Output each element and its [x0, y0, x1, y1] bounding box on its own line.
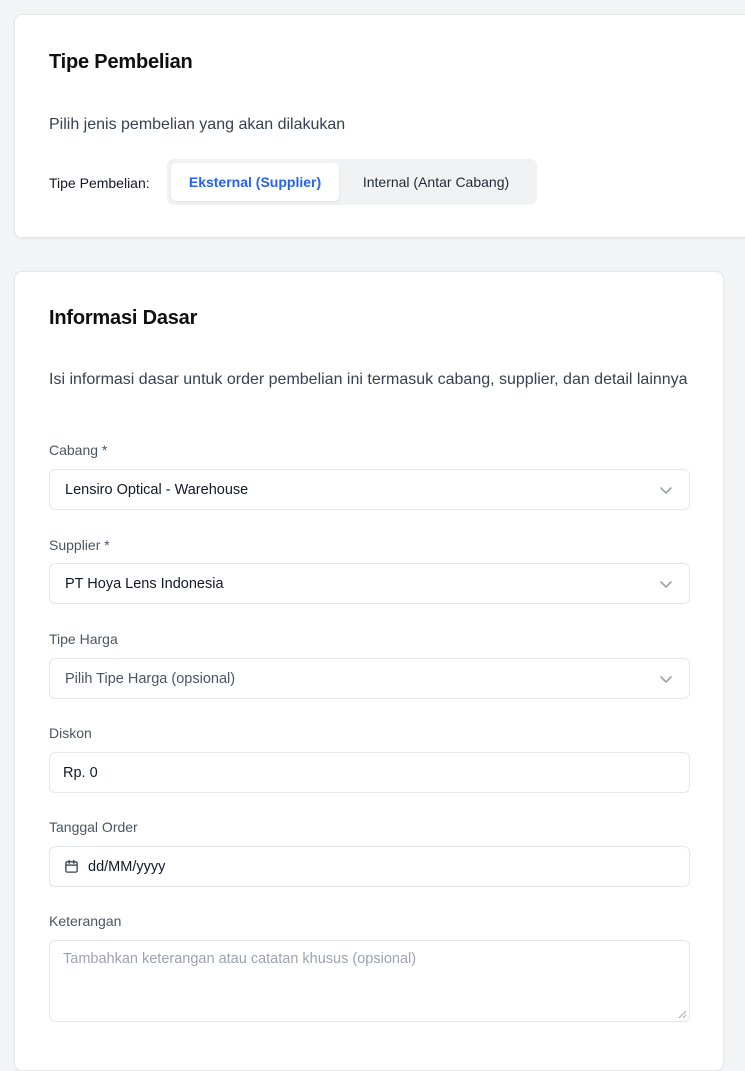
- chevron-down-icon: [660, 487, 672, 494]
- branch-select[interactable]: Lensiro Optical - Warehouse: [49, 469, 690, 510]
- price-type-label: Tipe Harga: [49, 631, 118, 647]
- price-type-select[interactable]: Pilih Tipe Harga (opsional): [49, 658, 690, 699]
- basic-info-title: Informasi Dasar: [49, 307, 198, 329]
- notes-textarea[interactable]: Tambahkan keterangan atau catatan khusus…: [49, 940, 690, 1022]
- supplier-select-value: PT Hoya Lens Indonesia: [65, 575, 224, 592]
- chevron-down-icon: [660, 676, 672, 683]
- purchase-type-segmented-control: Eksternal (Supplier) Internal (Antar Cab…: [167, 159, 537, 205]
- order-date-input[interactable]: dd/MM/yyyy: [49, 846, 690, 887]
- calendar-icon: [65, 859, 78, 873]
- branch-select-value: Lensiro Optical - Warehouse: [65, 481, 249, 498]
- tab-external-supplier[interactable]: Eksternal (Supplier): [171, 163, 339, 201]
- basic-info-card: Informasi Dasar Isi informasi dasar untu…: [14, 271, 724, 1071]
- discount-input-value: Rp. 0: [63, 764, 98, 781]
- tab-internal-branch[interactable]: Internal (Antar Cabang): [339, 163, 533, 201]
- purchase-type-description: Pilih jenis pembelian yang akan dilakuka…: [49, 116, 346, 133]
- purchase-type-toggle-label: Tipe Pembelian:: [49, 175, 150, 191]
- branch-label: Cabang *: [49, 442, 108, 458]
- basic-info-description: Isi informasi dasar untuk order pembelia…: [49, 371, 688, 388]
- order-date-value: dd/MM/yyyy: [88, 858, 166, 875]
- notes-label: Keterangan: [49, 913, 122, 929]
- resize-handle-icon[interactable]: [677, 1009, 687, 1019]
- discount-label: Diskon: [49, 725, 92, 741]
- supplier-select[interactable]: PT Hoya Lens Indonesia: [49, 563, 690, 604]
- price-type-placeholder: Pilih Tipe Harga (opsional): [65, 670, 236, 687]
- purchase-type-title: Tipe Pembelian: [49, 51, 193, 73]
- order-date-label: Tanggal Order: [49, 819, 138, 835]
- discount-input[interactable]: Rp. 0: [49, 752, 690, 793]
- chevron-down-icon: [660, 581, 672, 588]
- notes-placeholder: Tambahkan keterangan atau catatan khusus…: [63, 951, 417, 967]
- supplier-label: Supplier *: [49, 537, 110, 553]
- purchase-type-card: Tipe Pembelian Pilih jenis pembelian yan…: [14, 14, 745, 238]
